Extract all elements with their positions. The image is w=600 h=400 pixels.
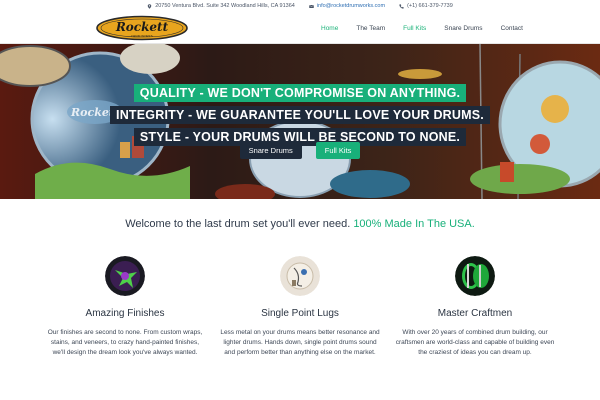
feature-description: Less metal on your drums means better re… (220, 329, 380, 356)
full-kits-button[interactable]: Full Kits (315, 142, 361, 159)
feature-single-point-lugs: Single Point Lugs Less metal on your dru… (220, 256, 380, 358)
top-info-bar: 20750 Ventura Blvd. Suite 342 Woodland H… (0, 0, 600, 12)
nav-full-kits[interactable]: Full Kits (394, 25, 435, 32)
envelope-icon (308, 4, 314, 8)
phone-item[interactable]: (+1) 661-379-7739 (399, 3, 453, 9)
site-header: Rockett DRUM WORKS Home The Team Full Ki… (0, 12, 600, 44)
feature-description: With over 20 years of combined drum buil… (395, 329, 555, 356)
nav-contact[interactable]: Contact (492, 25, 532, 32)
lugs-image (280, 256, 320, 296)
nav-snare-drums[interactable]: Snare Drums (435, 25, 491, 32)
hero-line-quality: QUALITY - WE DON'T COMPROMISE ON ANYTHIN… (133, 84, 467, 102)
phone-icon (399, 3, 404, 9)
hero-headline-group: QUALITY - WE DON'T COMPROMISE ON ANYTHIN… (0, 84, 600, 146)
feature-amazing-finishes: Amazing Finishes Our finishes are second… (45, 256, 205, 358)
hero-buttons: Snare Drums Full Kits (0, 142, 600, 159)
welcome-text: Welcome to the last drum set you'll ever… (125, 218, 351, 230)
map-pin-icon (147, 3, 152, 9)
snare-drums-button[interactable]: Snare Drums (239, 142, 302, 159)
feature-description: Our finishes are second to none. From cu… (47, 329, 203, 356)
craftmen-image (455, 256, 495, 296)
logo-wordmark: Rockett (115, 20, 169, 34)
logo-tagline: DRUM WORKS (131, 34, 152, 38)
hero-banner: Rockett QUALITY - WE DON'T COMPROMISE ON… (0, 44, 600, 199)
feature-title: Master Craftmen (437, 308, 513, 319)
welcome-heading: Welcome to the last drum set you'll ever… (0, 218, 600, 230)
finishes-image (105, 256, 145, 296)
rockett-logo[interactable]: Rockett DRUM WORKS (96, 15, 188, 41)
nav-home[interactable]: Home (312, 25, 347, 32)
feature-master-craftmen: Master Craftmen With over 20 years of co… (395, 256, 555, 358)
feature-title: Single Point Lugs (261, 308, 339, 319)
address-text: 20750 Ventura Blvd. Suite 342 Woodland H… (155, 3, 295, 9)
main-nav: Home The Team Full Kits Snare Drums Cont… (312, 12, 532, 44)
nav-the-team[interactable]: The Team (347, 25, 394, 32)
welcome-accent: 100% Made In The USA. (353, 218, 475, 230)
feature-title: Amazing Finishes (85, 308, 165, 319)
features-section: Amazing Finishes Our finishes are second… (45, 256, 555, 358)
email-item[interactable]: info@rocketdrumworks.com (308, 3, 385, 9)
phone-text[interactable]: (+1) 661-379-7739 (407, 3, 453, 9)
hero-line-integrity: INTEGRITY - WE GUARANTEE YOU'LL LOVE YOU… (110, 106, 490, 124)
email-link[interactable]: info@rocketdrumworks.com (317, 3, 385, 9)
address-item: 20750 Ventura Blvd. Suite 342 Woodland H… (147, 3, 295, 9)
